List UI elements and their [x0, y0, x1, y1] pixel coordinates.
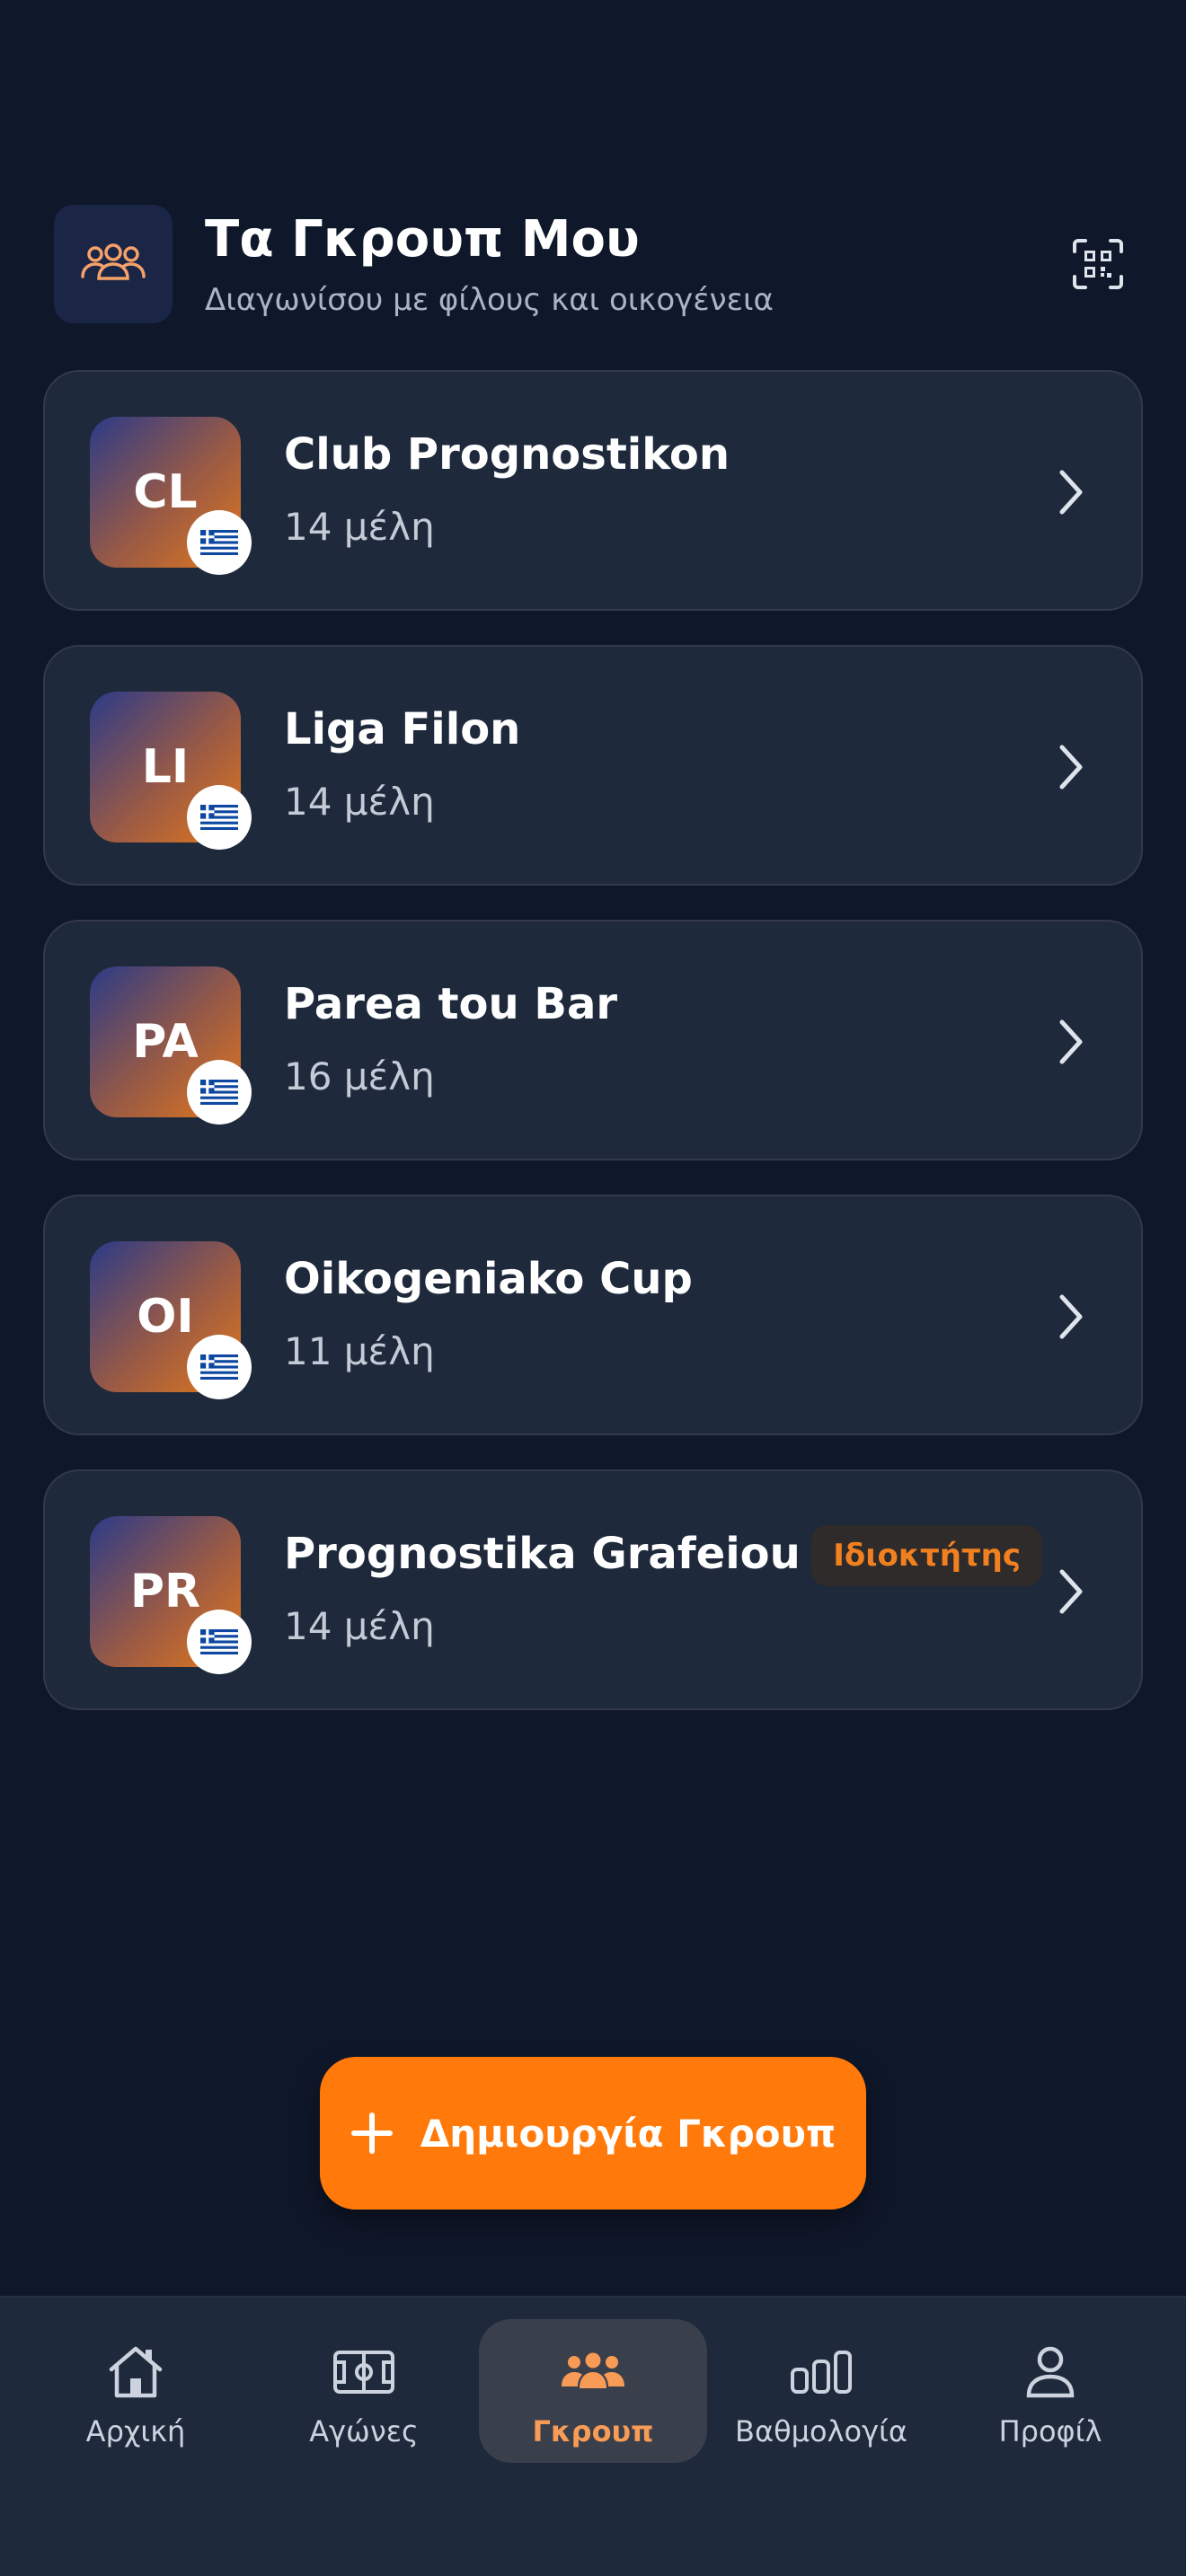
group-initials: PR	[129, 1565, 201, 1619]
group-card[interactable]: OI Oikogeniako Cup 11 μέλη	[43, 1195, 1143, 1435]
group-name: Club Prognostikon	[284, 429, 730, 480]
group-card[interactable]: CL Club Prognostikon 14 μέλη	[43, 370, 1143, 611]
group-member-count: 11 μέλη	[284, 1329, 435, 1373]
chevron-right-icon	[1059, 470, 1083, 515]
chevron-right-icon	[1059, 745, 1083, 790]
group-member-count: 14 μέλη	[284, 1604, 435, 1648]
group-name: Prognostika Grafeiou	[284, 1529, 801, 1579]
group-member-count: 14 μέλη	[284, 780, 435, 824]
group-name: Oikogeniako Cup	[284, 1254, 693, 1304]
nav-label-leaderboard: Βαθμολογία	[735, 2414, 907, 2448]
group-card[interactable]: PR Prognostika Grafeiou 14 μέλη Ιδιοκτήτ…	[43, 1469, 1143, 1710]
group-initials: CL	[133, 465, 198, 519]
nav-label-groups: Γκρουπ	[532, 2414, 654, 2448]
nav-label-matches: Αγώνες	[309, 2414, 419, 2448]
page-title: Τα Γκρουπ Μου	[205, 210, 640, 269]
group-initials: LI	[141, 740, 190, 794]
group-card[interactable]: PA Parea tou Bar 16 μέλη	[43, 920, 1143, 1160]
pitch-icon	[333, 2351, 394, 2394]
group-name: Parea tou Bar	[284, 979, 618, 1029]
chevron-right-icon	[1059, 1569, 1083, 1614]
chevron-right-icon	[1059, 1019, 1083, 1064]
nav-item-profile[interactable]: Προφίλ	[936, 2319, 1164, 2463]
chevron-right-icon	[1059, 1294, 1083, 1339]
greece-flag-icon	[187, 785, 252, 850]
create-group-button[interactable]: Δημιουργία Γκρουπ	[320, 2057, 866, 2210]
group-member-count: 14 μέλη	[284, 505, 435, 549]
nav-item-matches[interactable]: Αγώνες	[250, 2319, 478, 2463]
nav-item-groups[interactable]: Γκρουπ	[479, 2319, 707, 2463]
groups-icon	[562, 2352, 624, 2388]
bottom-navigation: Αρχική Αγώνες Γκρουπ Βαθμολογία Προφίλ	[0, 2296, 1186, 2576]
page-header: Τα Γκρουπ Μου Διαγωνίσου με φίλους και ο…	[54, 205, 1132, 323]
page-subtitle: Διαγωνίσου με φίλους και οικογένεια	[205, 282, 774, 318]
nav-item-home[interactable]: Αρχική	[22, 2319, 250, 2463]
group-member-count: 16 μέλη	[284, 1054, 435, 1098]
group-initials: OI	[137, 1290, 194, 1344]
leaderboard-icon	[791, 2351, 852, 2394]
greece-flag-icon	[187, 510, 252, 575]
owner-badge: Ιδιοκτήτης	[811, 1525, 1042, 1586]
home-icon	[109, 2346, 163, 2398]
greece-flag-icon	[187, 1060, 252, 1125]
groups-icon	[81, 243, 146, 280]
group-card[interactable]: LI Liga Filon 14 μέλη	[43, 645, 1143, 886]
group-list: CL Club Prognostikon 14 μέλη LI Liga Fil…	[43, 370, 1143, 1744]
plus-icon	[350, 2113, 393, 2154]
qr-code-icon	[1073, 239, 1123, 289]
nav-item-leaderboard[interactable]: Βαθμολογία	[707, 2319, 935, 2463]
nav-label-profile: Προφίλ	[998, 2414, 1102, 2448]
group-initials: PA	[132, 1015, 199, 1069]
group-name: Liga Filon	[284, 704, 521, 754]
greece-flag-icon	[187, 1335, 252, 1399]
qr-scan-button[interactable]	[1064, 230, 1132, 298]
groups-page: Τα Γκρουπ Μου Διαγωνίσου με φίλους και ο…	[0, 0, 1186, 2576]
profile-icon	[1026, 2346, 1075, 2398]
nav-label-home: Αρχική	[85, 2414, 186, 2448]
create-group-label: Δημιουργία Γκρουπ	[420, 2111, 836, 2156]
greece-flag-icon	[187, 1610, 252, 1674]
groups-header-icon	[54, 205, 173, 323]
